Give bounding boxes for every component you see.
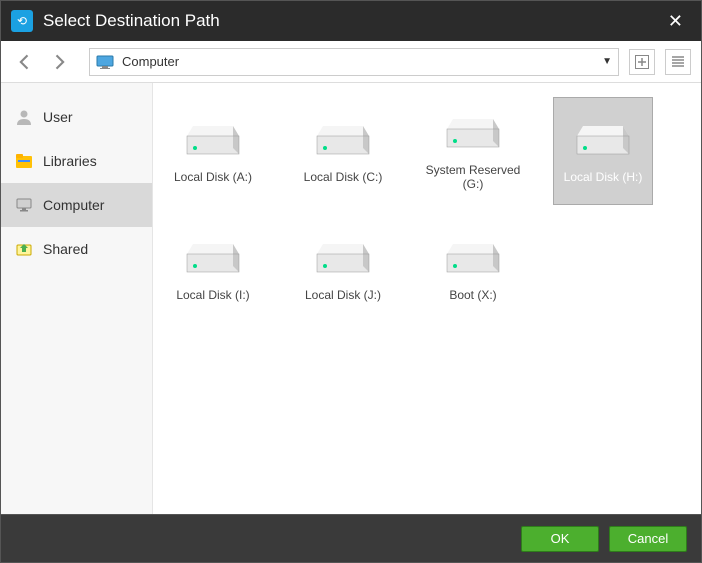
back-button[interactable] [11,48,39,76]
computer-icon [96,55,114,69]
sidebar-item-label: Libraries [43,153,97,169]
close-button[interactable]: ✕ [660,7,691,36]
dialog-window: ⟲ Select Destination Path ✕ Computer ▼ U… [0,0,702,563]
dialog-title: Select Destination Path [43,11,660,31]
footer: OK Cancel [1,514,701,562]
sidebar-item-user[interactable]: User [1,95,152,139]
disk-icon [315,236,371,280]
cancel-button[interactable]: Cancel [609,526,687,552]
disk-icon [575,118,631,162]
drive-label: Local Disk (J:) [305,288,381,302]
drive-item[interactable]: Local Disk (H:) [553,97,653,205]
app-icon: ⟲ [11,10,33,32]
computer-icon [15,196,33,214]
new-folder-button[interactable] [629,49,655,75]
disk-icon [445,111,501,155]
disk-icon [185,118,241,162]
drive-item[interactable]: Boot (X:) [423,215,523,323]
dialog-body: User Libraries Computer Shared Local Dis… [1,83,701,514]
drive-label: System Reserved (G:) [424,163,522,191]
sidebar-item-shared[interactable]: Shared [1,227,152,271]
sidebar: User Libraries Computer Shared [1,83,153,514]
disk-icon [315,118,371,162]
drive-item[interactable]: System Reserved (G:) [423,97,523,205]
drive-label: Boot (X:) [449,288,496,302]
drive-label: Local Disk (A:) [174,170,252,184]
drive-item[interactable]: Local Disk (C:) [293,97,393,205]
sidebar-item-label: User [43,109,73,125]
ok-button[interactable]: OK [521,526,599,552]
drive-label: Local Disk (I:) [176,288,249,302]
forward-button[interactable] [45,48,73,76]
drive-item[interactable]: Local Disk (I:) [163,215,263,323]
drive-item[interactable]: Local Disk (A:) [163,97,263,205]
sidebar-item-label: Shared [43,241,88,257]
shared-icon [15,240,33,258]
sidebar-item-computer[interactable]: Computer [1,183,152,227]
drive-label: Local Disk (H:) [564,170,643,184]
titlebar: ⟲ Select Destination Path ✕ [1,1,701,41]
disk-icon [185,236,241,280]
view-mode-button[interactable] [665,49,691,75]
path-combobox[interactable]: Computer ▼ [89,48,619,76]
sidebar-item-label: Computer [43,197,104,213]
sidebar-item-libraries[interactable]: Libraries [1,139,152,183]
libraries-icon [15,152,33,170]
drive-item[interactable]: Local Disk (J:) [293,215,393,323]
path-text: Computer [122,54,602,69]
drive-grid: Local Disk (A:) Local Disk (C:) System R… [153,83,701,514]
chevron-down-icon: ▼ [602,56,612,67]
drive-label: Local Disk (C:) [304,170,383,184]
user-icon [15,108,33,126]
toolbar: Computer ▼ [1,41,701,83]
disk-icon [445,236,501,280]
